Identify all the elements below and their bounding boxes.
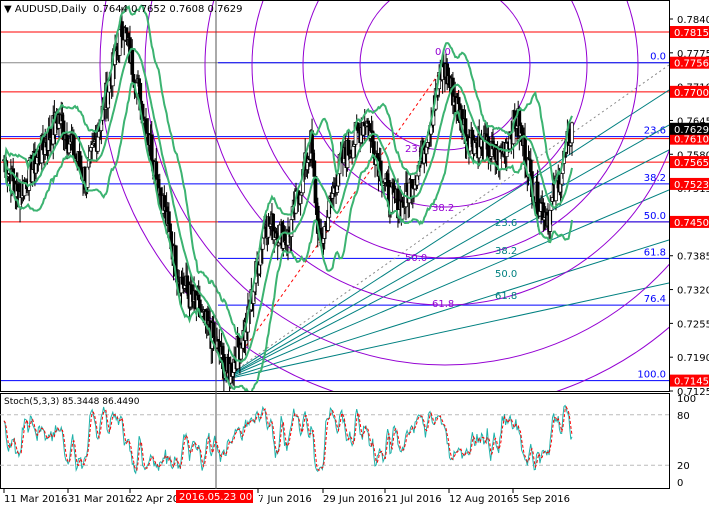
fib-retracement-label: 100.0 [637, 370, 666, 381]
price-axis-label: 0.7320 [677, 286, 709, 297]
price-label: 0.7565 [674, 158, 709, 169]
fib-retracement-label: 76.4 [644, 294, 666, 305]
fib-retracement-label: 23.6 [644, 126, 666, 137]
candle-body [96, 136, 100, 152]
price-axis-label: 0.7840 [677, 15, 709, 26]
stoch-pane-border [0, 393, 670, 489]
candle-body [211, 322, 216, 339]
fib-arc [251, 1, 639, 259]
stoch-axis-label: 80 [677, 411, 690, 422]
fib-arc [302, 1, 588, 208]
time-axis-label: 11 Mar 2016 [4, 494, 67, 505]
candle-body [124, 27, 129, 34]
price-axis-label: 0.7190 [677, 353, 709, 364]
fib-fan-label: 50.0 [495, 269, 517, 280]
dropdown-icon[interactable]: ▼ [4, 4, 12, 15]
main-pane: 0.023.638.250.061.876.4100.00.023.638.25… [1, 1, 669, 391]
time-axis-label: 31 Mar 2016 [68, 494, 131, 505]
trend-line [221, 64, 669, 381]
price-chart[interactable]: 0.023.638.250.061.876.4100.00.023.638.25… [0, 0, 709, 509]
stoch-label: Stoch(5,3,3) 85.3448 86.4490 [4, 397, 140, 407]
candle-body [519, 125, 524, 134]
price-axis-label: 0.7385 [677, 252, 709, 263]
time-axis-label: 5 Sep 2016 [513, 494, 570, 505]
fib-arc-label: 50.0 [405, 253, 427, 264]
symbol-label: AUDUSD,Daily [14, 4, 87, 15]
candle-body [326, 216, 330, 231]
time-axis-label: 29 Jun 2016 [323, 494, 383, 505]
price-label: 0.7610 [674, 135, 709, 146]
time-axis-label: 21 Jul 2016 [385, 494, 442, 505]
fib-retracement-label: 0.0 [650, 52, 666, 63]
fib-arc-label: 61.8 [432, 299, 454, 310]
candle-body [570, 122, 574, 144]
stoch-axis-label: 0 [677, 478, 683, 489]
fib-fan-line [221, 149, 669, 381]
open-value: 0.7644 [92, 4, 128, 15]
candle-body [351, 145, 356, 159]
fib-retracement-label: 50.0 [644, 211, 666, 222]
price-axis-label: 0.7255 [677, 319, 709, 330]
stoch-signal-line [3, 405, 573, 471]
high-value: 0.7652 [131, 4, 167, 15]
crosshair-date-label: 2016.05.23 00:00 [179, 492, 268, 503]
price-label: 0.7523 [674, 180, 709, 191]
fib-arc [144, 1, 669, 366]
price-label: 0.7450 [674, 218, 709, 229]
chart-window[interactable]: 0.0 23.6 38.2 50.0 61.8 76.4 100.0 0.0 23.6 38.2 5… [0, 0, 709, 509]
fib-fan-label: 61.8 [495, 291, 517, 302]
candle-body [535, 181, 540, 215]
close-value: 0.7629 [207, 4, 243, 15]
current-price-label: 0.7629 [674, 125, 709, 136]
price-label: 0.7815 [674, 28, 709, 39]
stoch-axis-label: 100 [677, 394, 696, 405]
fib-fan-label: 38.2 [495, 246, 517, 257]
price-label: 0.7700 [674, 88, 709, 99]
fib-arc-label: 38.2 [432, 203, 454, 214]
fib-fan-label: 23.6 [495, 218, 517, 229]
candle-body [85, 166, 90, 188]
fib-fan-line [221, 239, 669, 381]
time-axis-label: 12 Aug 2016 [449, 494, 513, 505]
chart-title: ▼ AUDUSD,Daily 0.7644 0.7652 0.7608 0.76… [4, 4, 243, 15]
candle-body [72, 134, 76, 158]
price-label: 0.7145 [674, 377, 709, 388]
stoch-axis-label: 20 [677, 461, 690, 472]
price-label: 0.7756 [674, 59, 709, 70]
fib-retracement-label: 61.8 [644, 247, 666, 258]
low-value: 0.7608 [169, 4, 205, 15]
candle-body [312, 160, 317, 177]
bollinger-band [3, 47, 573, 363]
